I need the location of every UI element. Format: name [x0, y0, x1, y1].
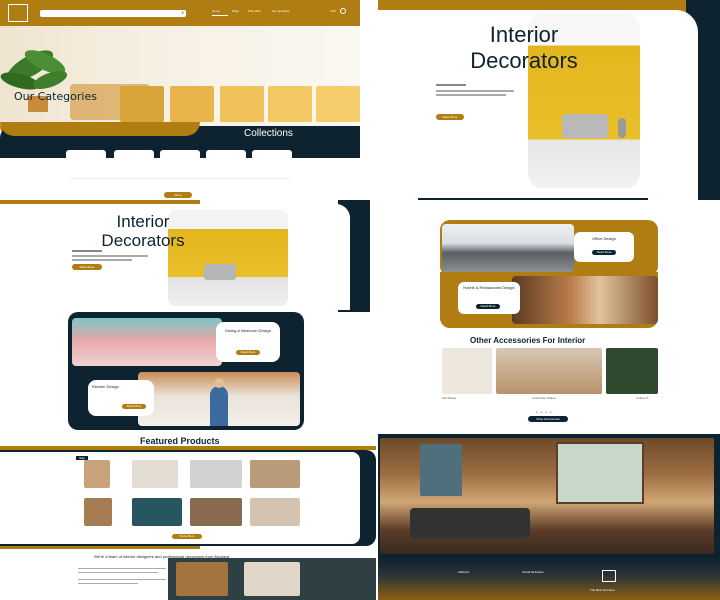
- office-read-more[interactable]: Read More: [592, 250, 616, 255]
- shop-accessories-button[interactable]: Shop Accessories: [528, 416, 568, 422]
- hotels-title: Hotels & Restaurants Design: [463, 285, 515, 290]
- artwork-image: [420, 444, 462, 496]
- shop-button[interactable]: Shop: [164, 192, 192, 198]
- person-image: [210, 386, 228, 426]
- product-card[interactable]: [160, 150, 200, 166]
- category-tile[interactable]: [220, 86, 264, 122]
- accessory-item-image[interactable]: [496, 348, 602, 394]
- hotels-image: [512, 276, 658, 324]
- dining-image: [72, 318, 222, 366]
- team-image: [244, 562, 300, 596]
- product-card[interactable]: [252, 150, 292, 166]
- office-card: Office Design Read More: [574, 232, 634, 262]
- cart-icon[interactable]: [340, 8, 346, 14]
- category-tile[interactable]: [268, 86, 312, 122]
- bottom-rule: [418, 198, 648, 200]
- collections-band-gold-left: [0, 122, 200, 136]
- nav-home[interactable]: Home: [212, 9, 228, 16]
- footer-area: [378, 558, 720, 600]
- team-image: [176, 562, 228, 596]
- dining-card: Dining & Bedroom Design Read More: [216, 322, 280, 362]
- lifestyle-photo: [380, 438, 714, 554]
- panel-featured-products: Featured Products Sale Show More We're a…: [0, 434, 376, 600]
- search-input[interactable]: ⌕: [40, 10, 186, 17]
- nav-shop[interactable]: Shop: [232, 9, 239, 13]
- panel-interior-hero: Interior Decorators Read More: [378, 0, 720, 200]
- accessory-item-label: Customize Statue: [532, 396, 556, 400]
- categories-heading: Our Categories: [14, 90, 97, 103]
- product-image[interactable]: [84, 498, 112, 526]
- footer-col1-heading: Address: [458, 570, 470, 574]
- panel-lifestyle-footer: Address Social Networks The Best Furnitu…: [378, 434, 720, 600]
- collections-heading: Collections: [244, 128, 293, 139]
- footer-brand: The Best Furniture: [590, 588, 615, 592]
- top-info-row: [64, 2, 174, 7]
- dining-title: Dining & Bedroom Design: [224, 328, 272, 333]
- footer-col2-heading: Social Networks: [522, 570, 544, 574]
- product-image[interactable]: [84, 460, 110, 488]
- accessory-item-label: Gift Statue: [442, 396, 457, 400]
- accessory-item-label: Unique P...: [636, 396, 651, 400]
- sofa-image: [204, 264, 236, 280]
- panel-shop-home: ⌕ Home Shop Why Mizo Our products 0.00 O…: [0, 0, 360, 198]
- title-line-2: Decorators: [470, 48, 578, 73]
- office-image: [442, 224, 574, 272]
- title-line-2: Decorators: [101, 231, 185, 250]
- title-line-1: Interior: [489, 22, 559, 47]
- product-image[interactable]: [250, 498, 300, 526]
- logo[interactable]: [8, 4, 28, 22]
- page-title: Interior Decorators: [78, 212, 208, 250]
- product-image[interactable]: [190, 460, 242, 488]
- accessory-item-image[interactable]: [606, 348, 658, 394]
- product-image[interactable]: [132, 498, 182, 526]
- cart-total[interactable]: 0.00: [330, 9, 336, 13]
- product-image[interactable]: [190, 498, 242, 526]
- hotels-card: Hotels & Restaurants Design Read More: [458, 282, 520, 314]
- kitchen-title: Kitchen Design: [92, 384, 119, 389]
- dining-read-more[interactable]: Read More: [236, 350, 260, 355]
- sofa-image: [562, 114, 608, 138]
- team-text-lines: [78, 568, 168, 584]
- person-head: [214, 378, 224, 388]
- plant-image: [0, 50, 68, 112]
- title-line-1: Interior: [116, 212, 170, 231]
- nav-products[interactable]: Our products: [272, 9, 289, 13]
- accessory-item-image[interactable]: [442, 348, 492, 394]
- product-card[interactable]: [114, 150, 154, 166]
- vase-image: [618, 118, 626, 138]
- panel-office-accessories: Office Design Read More Hotels & Restaur…: [440, 216, 658, 426]
- read-more-button[interactable]: Read More: [72, 264, 102, 270]
- category-tile[interactable]: [120, 86, 164, 122]
- search-icon[interactable]: ⌕: [181, 10, 184, 16]
- hero-text-lines: [72, 250, 152, 261]
- hero-text-lines: [436, 84, 516, 104]
- category-tile[interactable]: [170, 86, 214, 122]
- kitchen-card: Kitchen Design Read More: [88, 380, 154, 416]
- carousel-dots[interactable]: ● ● ● ●: [536, 410, 556, 414]
- product-image[interactable]: [132, 460, 178, 488]
- product-captions: [70, 178, 290, 186]
- kitchen-image: [138, 372, 300, 426]
- footer-logo-icon: [602, 570, 616, 582]
- office-title: Office Design: [592, 236, 616, 241]
- window-image: [556, 442, 644, 504]
- product-card[interactable]: [206, 150, 246, 166]
- panel-interior-services: Interior Decorators Read More Dining & B…: [0, 200, 370, 434]
- product-card[interactable]: [66, 150, 106, 166]
- show-more-button[interactable]: Show More: [172, 534, 202, 539]
- page-title: Interior Decorators: [444, 22, 604, 74]
- hotels-read-more[interactable]: Read More: [476, 304, 500, 309]
- gold-rule-bottom: [0, 546, 200, 549]
- category-tile[interactable]: [316, 86, 360, 122]
- read-more-button[interactable]: Read More: [436, 114, 464, 120]
- product-image[interactable]: [250, 460, 300, 488]
- sofa-image: [410, 508, 530, 538]
- featured-heading: Featured Products: [136, 436, 224, 446]
- kitchen-read-more[interactable]: Read More: [122, 404, 146, 409]
- nav-why[interactable]: Why Mizo: [248, 9, 261, 13]
- accessories-heading: Other Accessories For Interior: [470, 336, 586, 345]
